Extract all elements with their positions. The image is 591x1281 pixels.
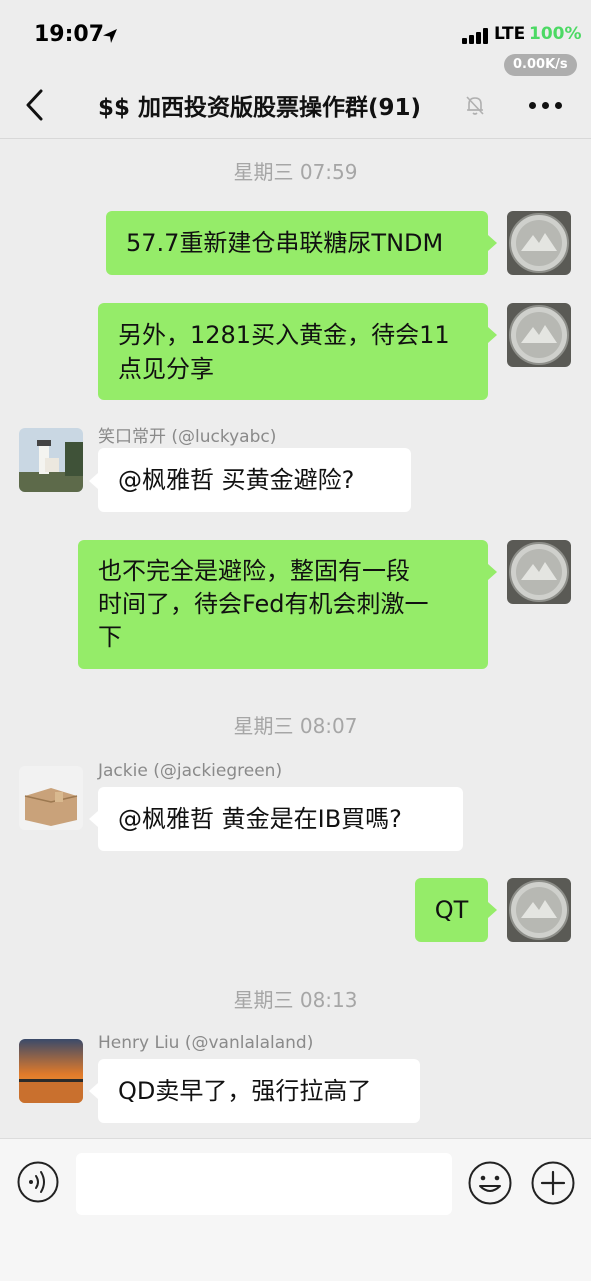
message-bubble[interactable]: @枫雅哲 黄金是在IB買嗎? <box>98 787 463 851</box>
message-bubble[interactable]: 57.7重新建仓串联糖尿TNDM <box>106 211 488 275</box>
chat-title: $$ 加西投资版股票操作群(91) <box>98 95 422 121</box>
clock: 19:07 <box>34 22 105 47</box>
nav-bar: $$ 加西投资版股票操作群(91) <box>0 72 591 139</box>
voice-icon[interactable] <box>17 1161 59 1203</box>
avatar[interactable] <box>507 211 571 275</box>
message-line: QD卖早了，强行拉高了 <box>118 1077 372 1105</box>
sender-name: Henry Liu (@vanlalaland) <box>98 1033 314 1053</box>
lighthouse-avatar-icon <box>19 428 83 492</box>
message-line: 下 <box>98 623 122 651</box>
message-line: 时间了，待会Fed有机会刺激一 <box>98 590 429 618</box>
plus-icon[interactable] <box>531 1161 575 1205</box>
message-input[interactable] <box>76 1153 452 1215</box>
message-bubble[interactable]: 也不完全是避险，整固有一段 时间了，待会Fed有机会刺激一 下 <box>78 540 488 669</box>
more-icon[interactable] <box>529 102 563 110</box>
bubble-tail <box>488 902 497 918</box>
bubble-tail <box>89 473 98 489</box>
timestamp: 星期三 08:13 <box>233 988 358 1012</box>
status-bar: 19:07 LTE 100% 0.00K/s <box>0 0 591 76</box>
bubble-tail <box>488 564 497 580</box>
message-line: 点见分享 <box>118 355 214 383</box>
battery-level: 100% <box>529 24 582 44</box>
message-line: @枫雅哲 买黄金避险? <box>118 466 355 494</box>
message-line: 也不完全是避险，整固有一段 <box>98 557 410 585</box>
message-bubble[interactable]: 另外，1281买入黄金，待会11 点见分享 <box>98 303 488 400</box>
message-line: QT <box>434 896 469 924</box>
box-avatar-icon <box>19 766 83 830</box>
coin-avatar-icon <box>507 303 571 367</box>
bubble-tail <box>89 1083 98 1099</box>
avatar[interactable] <box>507 540 571 604</box>
bubble-tail <box>488 235 497 251</box>
avatar[interactable] <box>19 428 83 492</box>
coin-avatar-icon <box>507 878 571 942</box>
sender-name: 笑口常开 (@luckyabc) <box>98 427 277 447</box>
avatar[interactable] <box>19 766 83 830</box>
emoji-icon[interactable] <box>468 1161 512 1205</box>
network-type: LTE <box>494 24 526 44</box>
timestamp: 星期三 08:07 <box>233 714 358 738</box>
bubble-tail <box>488 327 497 343</box>
message-line: @枫雅哲 黄金是在IB買嗎? <box>118 805 402 833</box>
message-line: 另外，1281买入黄金，待会11 <box>118 321 450 349</box>
message-bubble[interactable]: QT <box>415 878 488 942</box>
location-arrow-icon <box>103 29 117 43</box>
chevron-left-icon[interactable] <box>22 88 48 122</box>
timestamp: 星期三 07:59 <box>233 160 358 184</box>
bubble-tail <box>89 811 98 827</box>
avatar[interactable] <box>507 878 571 942</box>
message-line: 57.7重新建仓串联糖尿TNDM <box>126 229 444 257</box>
message-bubble[interactable]: @枫雅哲 买黄金避险? <box>98 448 411 512</box>
signal-icon <box>462 28 490 44</box>
coin-avatar-icon <box>507 211 571 275</box>
coin-avatar-icon <box>507 540 571 604</box>
bell-slash-icon <box>466 96 484 115</box>
input-bar <box>0 1138 591 1281</box>
sunset-avatar-icon <box>19 1039 83 1103</box>
message-bubble[interactable]: QD卖早了，强行拉高了 <box>98 1059 420 1123</box>
sender-name: Jackie (@jackiegreen) <box>98 761 283 781</box>
avatar[interactable] <box>507 303 571 367</box>
avatar[interactable] <box>19 1039 83 1103</box>
